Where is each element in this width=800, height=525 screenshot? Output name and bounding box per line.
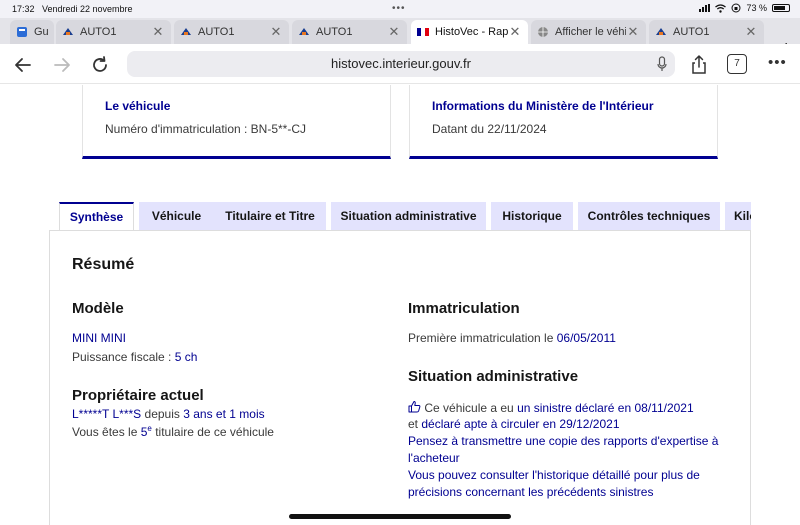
status-time: 17:32	[12, 4, 35, 14]
admin-line-2-prefix: et	[408, 417, 419, 431]
reload-icon[interactable]	[89, 54, 111, 76]
url-text: histovec.interieur.gouv.fr	[331, 56, 471, 71]
ios-status-bar: 17:32 Vendredi 22 novembre ••• 73 %	[0, 0, 800, 18]
ministry-card-title: Informations du Ministère de l'Intérieur	[432, 99, 654, 113]
fiscal-power-value: 5 ch	[174, 350, 198, 364]
auto1-icon	[299, 28, 309, 35]
first-registration-label: Première immatriculation le	[408, 331, 554, 345]
browser-tab-title: Guide	[34, 26, 48, 38]
guide-icon	[17, 27, 27, 37]
close-tab-icon[interactable]: ✕	[151, 25, 165, 39]
first-registration-date: 06/05/2011	[556, 331, 616, 345]
cellular-signal-icon	[699, 4, 711, 12]
forward-arrow-icon[interactable]	[51, 54, 73, 76]
share-icon[interactable]	[688, 54, 710, 76]
history-notice-line-1: Vous pouvez consulter l'historique détai…	[408, 468, 700, 482]
owner-line: L*****T L***S depuis 3 ans et 1 mois	[72, 407, 265, 421]
close-tab-icon[interactable]: ✕	[744, 25, 758, 39]
admin-line-1: Ce véhicule a eu un sinistre déclaré en …	[408, 400, 694, 415]
close-tab-icon[interactable]: ✕	[269, 25, 283, 39]
home-indicator[interactable]	[289, 514, 511, 519]
browser-tab[interactable]: Guide	[10, 20, 54, 44]
status-date: Vendredi 22 novembre	[42, 4, 133, 14]
model-heading: Modèle	[72, 300, 124, 317]
ministry-card: Informations du Ministère de l'Intérieur…	[409, 85, 718, 159]
model-value: MINI MINI	[72, 331, 126, 345]
auto1-icon	[656, 28, 666, 35]
claim-link[interactable]: un sinistre déclaré en 08/11/2021	[517, 401, 694, 415]
address-bar-row: histovec.interieur.gouv.fr 7 •••	[0, 44, 800, 84]
owner-rank-suffix: titulaire de ce véhicule	[155, 425, 274, 439]
tab-titulaire[interactable]: Titulaire et Titre	[214, 202, 326, 231]
owner-rank-line: Vous êtes le 5e titulaire de ce véhicule	[72, 424, 274, 439]
browser-tab-bar: Guide AUTO1 ✕ AUTO1 ✕ AUTO1 ✕ HistoVec -…	[0, 18, 800, 60]
more-options-icon[interactable]: •••	[768, 54, 787, 71]
fit-to-drive-link[interactable]: déclaré apte à circuler en 29/12/2021	[421, 417, 619, 431]
summary-title: Résumé	[72, 256, 135, 273]
report-tab-list: Synthèse Véhicule Titulaire et Titre Sit…	[59, 202, 751, 231]
battery-percent: 73 %	[746, 3, 767, 13]
admin-heading: Situation administrative	[408, 368, 579, 385]
back-arrow-icon[interactable]	[12, 54, 34, 76]
tab-vehicule[interactable]: Véhicule	[139, 202, 214, 231]
auto1-icon	[63, 28, 73, 35]
owner-name: L*****T L***S	[72, 407, 142, 421]
owner-rank: 5e	[141, 424, 152, 439]
admin-line-1-prefix: Ce véhicule a eu	[424, 401, 514, 415]
expertise-notice-line-2: l'acheteur	[408, 451, 460, 465]
vehicle-card-title: Le véhicule	[105, 99, 171, 113]
close-tab-icon[interactable]: ✕	[387, 25, 401, 39]
browser-tab[interactable]: AUTO1 ✕	[292, 20, 407, 44]
browser-tab[interactable]: AUTO1 ✕	[56, 20, 171, 44]
first-registration: Première immatriculation le 06/05/2011	[408, 331, 616, 345]
expertise-notice-line-1: Pensez à transmettre une copie des rappo…	[408, 434, 719, 448]
globe-icon	[538, 27, 548, 37]
fiscal-power-label: Puissance fiscale :	[72, 350, 172, 364]
close-tab-icon[interactable]: ✕	[508, 25, 522, 39]
tab-situation-administrative[interactable]: Situation administrative	[331, 202, 486, 231]
history-notice-line-2: précisions concernant les précédents sin…	[408, 485, 654, 499]
close-tab-icon[interactable]: ✕	[626, 25, 640, 39]
browser-tab-title: AUTO1	[198, 26, 235, 38]
fiscal-power: Puissance fiscale : 5 ch	[72, 350, 197, 364]
browser-tab-title: Afficher le véhicule	[555, 26, 626, 38]
auto1-icon	[181, 28, 191, 35]
owner-rank-sup: e	[147, 424, 152, 433]
tab-overview-button[interactable]: 7	[727, 54, 747, 74]
browser-tab-title: AUTO1	[316, 26, 353, 38]
owner-since-value: 3 ans et 1 mois	[183, 407, 265, 421]
browser-tab-title: AUTO1	[80, 26, 117, 38]
registration-heading: Immatriculation	[408, 300, 520, 317]
browser-tab-active[interactable]: HistoVec - Rapport ✕	[411, 20, 528, 44]
multitask-dots-icon[interactable]: •••	[392, 3, 406, 14]
wifi-icon	[715, 3, 727, 13]
browser-tab[interactable]: AUTO1 ✕	[174, 20, 289, 44]
tab-historique[interactable]: Historique	[491, 202, 573, 231]
owner-since-label: depuis	[144, 407, 180, 421]
tab-kilometrage[interactable]: Kilo	[725, 202, 751, 231]
browser-tab-title: HistoVec - Rapport	[435, 26, 508, 38]
tab-controles-techniques[interactable]: Contrôles techniques	[578, 202, 720, 231]
battery-icon	[772, 4, 790, 12]
browser-tab-title: AUTO1	[673, 26, 710, 38]
orientation-lock-icon	[731, 3, 741, 13]
owner-heading: Propriétaire actuel	[72, 387, 204, 404]
admin-line-2: et déclaré apte à circuler en 29/12/2021	[408, 417, 620, 431]
url-field[interactable]: histovec.interieur.gouv.fr	[127, 51, 675, 77]
owner-rank-prefix: Vous êtes le	[72, 425, 138, 439]
french-flag-icon	[417, 28, 429, 36]
microphone-icon[interactable]	[657, 56, 667, 72]
browser-tab[interactable]: AUTO1 ✕	[649, 20, 764, 44]
browser-tab[interactable]: Afficher le véhicule ✕	[531, 20, 646, 44]
registration-number: Numéro d'immatriculation : BN-5**-CJ	[105, 122, 307, 136]
tab-synthese[interactable]: Synthèse	[59, 202, 134, 231]
report-date: Datant du 22/11/2024	[432, 122, 547, 136]
vehicle-card: Le véhicule Numéro d'immatriculation : B…	[82, 85, 391, 159]
thumbs-up-icon	[408, 401, 421, 413]
